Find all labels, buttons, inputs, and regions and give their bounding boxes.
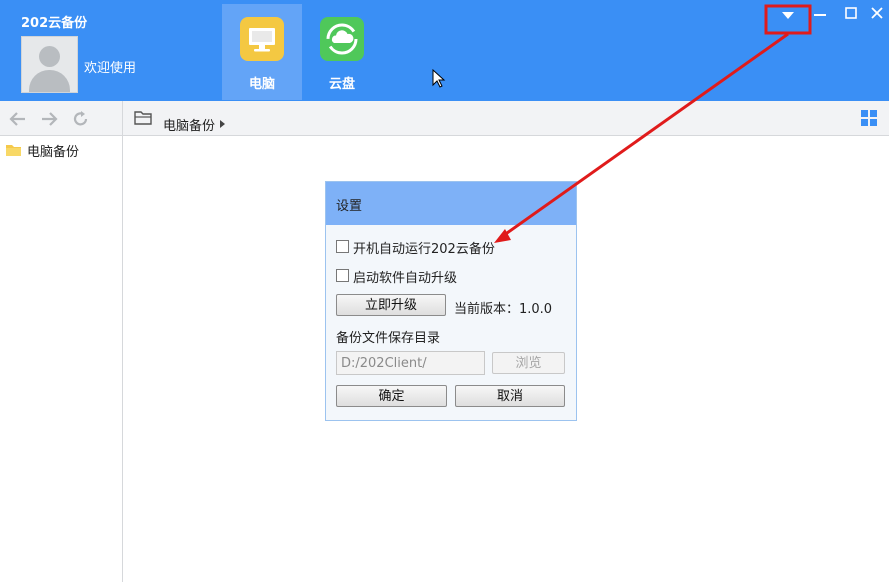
- tab-computer[interactable]: 电脑: [222, 4, 302, 100]
- avatar-body: [29, 70, 70, 92]
- folder-outline-icon: [134, 110, 154, 130]
- save-dir-input[interactable]: D:/202Client/: [336, 351, 485, 375]
- app-title: 202云备份: [21, 16, 88, 31]
- sidebar-item-label: 电脑备份: [27, 145, 80, 160]
- browse-button[interactable]: 浏览: [492, 352, 565, 374]
- monitor-icon: [240, 17, 284, 61]
- sidebar: 电脑备份: [0, 136, 123, 582]
- avatar-head: [39, 46, 60, 67]
- dialog-title-bar: 设置: [326, 182, 576, 225]
- tab-computer-label: 电脑: [248, 77, 275, 92]
- cloud-icon: [320, 17, 364, 61]
- back-icon[interactable]: [7, 108, 29, 130]
- autostart-label: 开机自动运行202云备份: [353, 242, 495, 257]
- app-header: 202云备份 欢迎使用 电脑 云盘: [0, 0, 889, 101]
- avatar[interactable]: [21, 36, 78, 93]
- refresh-icon[interactable]: [70, 108, 92, 130]
- folder-icon: [6, 145, 21, 156]
- forward-icon[interactable]: [38, 108, 60, 130]
- cancel-button[interactable]: 取消: [455, 385, 565, 407]
- toolbar: 电脑备份: [0, 101, 889, 136]
- menu-dropdown-icon[interactable]: [775, 3, 801, 27]
- autoupgrade-label: 启动软件自动升级: [353, 271, 458, 286]
- upgrade-now-button[interactable]: 立即升级: [336, 294, 446, 316]
- toolbar-separator: [122, 101, 123, 135]
- settings-dialog: 设置 开机自动运行202云备份 启动软件自动升级 立即升级 当前版本：1.0.0…: [325, 181, 577, 421]
- tab-cloud[interactable]: 云盘: [302, 4, 382, 100]
- version-text: 当前版本：1.0.0: [454, 302, 553, 317]
- breadcrumb[interactable]: 电脑备份: [163, 115, 215, 134]
- tab-cloud-label: 云盘: [328, 77, 355, 92]
- grid-view-icon[interactable]: [861, 110, 877, 130]
- dialog-title: 设置: [336, 199, 363, 214]
- maximize-icon[interactable]: [838, 3, 864, 27]
- welcome-text: 欢迎使用: [84, 61, 137, 76]
- autoupgrade-checkbox[interactable]: [336, 269, 349, 282]
- ok-button[interactable]: 确定: [336, 385, 447, 407]
- autostart-checkbox[interactable]: [336, 240, 349, 253]
- save-dir-label: 备份文件保存目录: [336, 331, 441, 346]
- breadcrumb-chevron-icon[interactable]: [219, 118, 227, 133]
- close-icon[interactable]: [866, 3, 889, 27]
- minimize-icon[interactable]: [807, 3, 833, 27]
- mouse-cursor-icon: [432, 68, 446, 93]
